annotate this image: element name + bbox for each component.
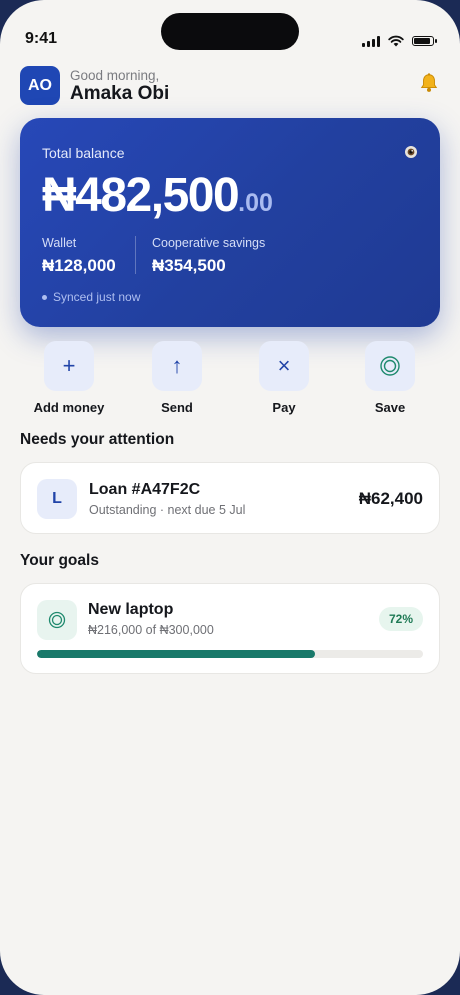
goal-title: New laptop xyxy=(88,601,174,618)
user-name: Amaka Obi xyxy=(70,83,170,104)
loan-amount: ₦62,400 xyxy=(358,489,423,508)
loan-card[interactable]: L Loan #A47F2C Outstanding · next due 5 … xyxy=(20,462,440,534)
save-button[interactable]: Save xyxy=(340,341,440,415)
sync-status: Synced just now xyxy=(42,290,140,304)
loan-icon: L xyxy=(37,479,77,519)
eye-icon[interactable] xyxy=(404,145,418,159)
quick-actions: + Add money ↑ Send × Pay Save xyxy=(20,341,440,416)
signal-icon xyxy=(362,35,380,47)
avatar[interactable]: AO xyxy=(20,66,60,105)
send-button[interactable]: ↑ Send xyxy=(127,341,227,415)
header: AO Good morning, Amaka Obi xyxy=(20,66,440,106)
wallet-balance: Wallet ₦128,000 xyxy=(42,236,116,276)
goal-progress-fill xyxy=(37,650,315,658)
phone-screen: 9:41 AO Good morning, Amaka Obi Total ba… xyxy=(0,0,460,995)
balance-divider xyxy=(135,236,136,274)
balance-card: Total balance ₦482,500.00 Wallet ₦128,00… xyxy=(20,118,440,327)
wifi-icon xyxy=(388,35,404,47)
goals-section-title: Your goals xyxy=(20,552,99,569)
wallet-label: Wallet xyxy=(42,236,77,250)
loan-title: Loan #A47F2C xyxy=(89,481,201,498)
status-time: 9:41 xyxy=(25,30,58,47)
loan-subtitle: Outstanding · next due 5 Jul xyxy=(89,503,246,517)
greeting-text: Good morning, xyxy=(70,68,160,83)
pay-button[interactable]: × Pay xyxy=(234,341,334,415)
cooperative-label: Cooperative savings xyxy=(152,236,266,250)
status-icons xyxy=(362,35,437,47)
target-icon xyxy=(37,600,77,640)
total-balance-label: Total balance xyxy=(42,145,125,161)
goal-progress-track xyxy=(37,650,423,658)
plus-icon: + xyxy=(44,341,94,391)
sync-dot-icon xyxy=(42,294,47,300)
goal-card[interactable]: New laptop ₦216,000 of ₦300,000 72% xyxy=(20,583,440,674)
sync-status-text: Synced just now xyxy=(53,290,141,304)
bell-icon[interactable] xyxy=(418,72,440,94)
add-money-button[interactable]: + Add money xyxy=(19,341,119,415)
send-label: Send xyxy=(161,400,193,415)
wallet-value: ₦128,000 xyxy=(42,256,116,275)
arrow-up-icon: ↑ xyxy=(152,341,202,391)
target-icon xyxy=(365,341,415,391)
goal-subtitle: ₦216,000 of ₦300,000 xyxy=(88,623,214,637)
attention-section-title: Needs your attention xyxy=(20,431,175,448)
add-money-label: Add money xyxy=(33,400,105,415)
close-icon: × xyxy=(259,341,309,391)
status-bar: 9:41 xyxy=(0,0,460,60)
cooperative-value: ₦354,500 xyxy=(152,256,226,275)
balance-amount-main: ₦482,500 xyxy=(42,169,240,222)
total-balance-amount: ₦482,500.00 xyxy=(42,168,273,223)
pay-label: Pay xyxy=(272,400,296,415)
balance-amount-decimal: .00 xyxy=(238,189,273,217)
cooperative-savings-balance: Cooperative savings ₦354,500 xyxy=(152,236,265,276)
battery-icon xyxy=(412,36,437,46)
dynamic-island xyxy=(161,13,299,50)
save-label: Save xyxy=(374,400,406,415)
goal-percent-badge: 72% xyxy=(378,607,423,631)
